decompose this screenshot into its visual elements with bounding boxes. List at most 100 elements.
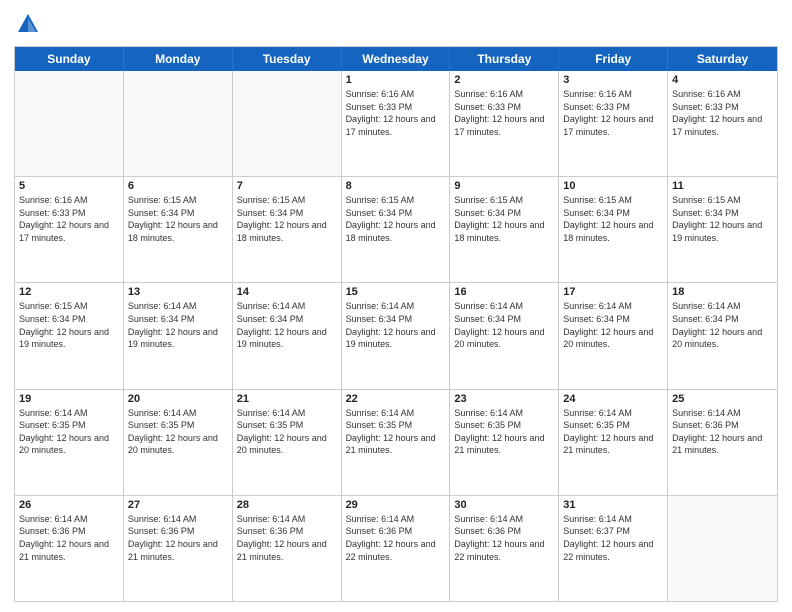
day-info: Sunrise: 6:14 AM Sunset: 6:34 PM Dayligh… (128, 300, 228, 350)
day-info: Sunrise: 6:16 AM Sunset: 6:33 PM Dayligh… (454, 88, 554, 138)
day-number: 18 (672, 286, 773, 298)
day-number: 3 (563, 74, 663, 86)
calendar-row: 1 Sunrise: 6:16 AM Sunset: 6:33 PM Daylig… (15, 71, 777, 177)
day-number: 25 (672, 393, 773, 405)
day-info: Sunrise: 6:14 AM Sunset: 6:34 PM Dayligh… (563, 300, 663, 350)
day-info: Sunrise: 6:14 AM Sunset: 6:36 PM Dayligh… (672, 407, 773, 457)
day-info: Sunrise: 6:15 AM Sunset: 6:34 PM Dayligh… (563, 194, 663, 244)
calendar-cell: 1 Sunrise: 6:16 AM Sunset: 6:33 PM Daylig… (342, 71, 451, 176)
day-info: Sunrise: 6:14 AM Sunset: 6:34 PM Dayligh… (454, 300, 554, 350)
calendar-body: 1 Sunrise: 6:16 AM Sunset: 6:33 PM Daylig… (15, 71, 777, 601)
calendar-header-cell: Tuesday (233, 47, 342, 71)
calendar-header-row: SundayMondayTuesdayWednesdayThursdayFrid… (15, 47, 777, 71)
day-number: 26 (19, 499, 119, 511)
day-number: 10 (563, 180, 663, 192)
calendar-row: 5Sunrise: 6:16 AM Sunset: 6:33 PM Daylig… (15, 177, 777, 283)
day-info: Sunrise: 6:16 AM Sunset: 6:33 PM Dayligh… (346, 88, 446, 138)
calendar-cell: 11 Sunrise: 6:15 AM Sunset: 6:34 PM Dayli… (668, 177, 777, 282)
calendar-cell: 13 Sunrise: 6:14 AM Sunset: 6:34 PM Dayli… (124, 283, 233, 388)
calendar-cell: 12 Sunrise: 6:15 AM Sunset: 6:34 PM Dayli… (15, 283, 124, 388)
day-info: Sunrise: 6:14 AM Sunset: 6:35 PM Dayligh… (237, 407, 337, 457)
day-number: 14 (237, 286, 337, 298)
calendar-header-cell: Saturday (668, 47, 777, 71)
calendar-cell (15, 71, 124, 176)
day-number: 17 (563, 286, 663, 298)
day-number: 31 (563, 499, 663, 511)
calendar-cell: 26 Sunrise: 6:14 AM Sunset: 6:36 PM Dayli… (15, 496, 124, 601)
day-number: 19 (19, 393, 119, 405)
calendar-cell: 5Sunrise: 6:16 AM Sunset: 6:33 PM Daylig… (15, 177, 124, 282)
day-info: Sunrise: 6:14 AM Sunset: 6:36 PM Dayligh… (128, 513, 228, 563)
calendar-header-cell: Friday (559, 47, 668, 71)
day-number: 7 (237, 180, 337, 192)
day-info: Sunrise: 6:14 AM Sunset: 6:36 PM Dayligh… (346, 513, 446, 563)
day-number: 29 (346, 499, 446, 511)
day-info: Sunrise: 6:14 AM Sunset: 6:35 PM Dayligh… (563, 407, 663, 457)
day-number: 1 (346, 74, 446, 86)
day-number: 13 (128, 286, 228, 298)
day-number: 9 (454, 180, 554, 192)
day-info: Sunrise: 6:15 AM Sunset: 6:34 PM Dayligh… (128, 194, 228, 244)
calendar-cell: 21 Sunrise: 6:14 AM Sunset: 6:35 PM Dayli… (233, 390, 342, 495)
calendar-cell (233, 71, 342, 176)
day-number: 15 (346, 286, 446, 298)
calendar-row: 26 Sunrise: 6:14 AM Sunset: 6:36 PM Dayli… (15, 496, 777, 601)
day-number: 22 (346, 393, 446, 405)
day-number: 5 (19, 180, 119, 192)
calendar: SundayMondayTuesdayWednesdayThursdayFrid… (14, 46, 778, 602)
day-info: Sunrise: 6:14 AM Sunset: 6:35 PM Dayligh… (19, 407, 119, 457)
calendar-cell: 29 Sunrise: 6:14 AM Sunset: 6:36 PM Dayli… (342, 496, 451, 601)
calendar-row: 19 Sunrise: 6:14 AM Sunset: 6:35 PM Dayli… (15, 390, 777, 496)
day-info: Sunrise: 6:14 AM Sunset: 6:34 PM Dayligh… (672, 300, 773, 350)
logo (14, 10, 46, 38)
calendar-header-cell: Sunday (15, 47, 124, 71)
calendar-cell: 24Sunrise: 6:14 AM Sunset: 6:35 PM Dayli… (559, 390, 668, 495)
calendar-header-cell: Monday (124, 47, 233, 71)
calendar-cell (124, 71, 233, 176)
day-info: Sunrise: 6:14 AM Sunset: 6:34 PM Dayligh… (346, 300, 446, 350)
day-number: 28 (237, 499, 337, 511)
day-number: 8 (346, 180, 446, 192)
day-info: Sunrise: 6:14 AM Sunset: 6:35 PM Dayligh… (454, 407, 554, 457)
calendar-cell: 3 Sunrise: 6:16 AM Sunset: 6:33 PM Daylig… (559, 71, 668, 176)
day-number: 6 (128, 180, 228, 192)
day-info: Sunrise: 6:14 AM Sunset: 6:34 PM Dayligh… (237, 300, 337, 350)
day-info: Sunrise: 6:15 AM Sunset: 6:34 PM Dayligh… (237, 194, 337, 244)
day-number: 2 (454, 74, 554, 86)
calendar-cell: 19 Sunrise: 6:14 AM Sunset: 6:35 PM Dayli… (15, 390, 124, 495)
day-info: Sunrise: 6:14 AM Sunset: 6:36 PM Dayligh… (19, 513, 119, 563)
calendar-cell: 31Sunrise: 6:14 AM Sunset: 6:37 PM Dayli… (559, 496, 668, 601)
day-number: 16 (454, 286, 554, 298)
day-info: Sunrise: 6:16 AM Sunset: 6:33 PM Dayligh… (672, 88, 773, 138)
day-info: Sunrise: 6:14 AM Sunset: 6:35 PM Dayligh… (128, 407, 228, 457)
header (14, 10, 778, 38)
calendar-cell (668, 496, 777, 601)
day-info: Sunrise: 6:15 AM Sunset: 6:34 PM Dayligh… (19, 300, 119, 350)
calendar-cell: 22 Sunrise: 6:14 AM Sunset: 6:35 PM Dayli… (342, 390, 451, 495)
calendar-cell: 30Sunrise: 6:14 AM Sunset: 6:36 PM Dayli… (450, 496, 559, 601)
day-number: 4 (672, 74, 773, 86)
day-info: Sunrise: 6:16 AM Sunset: 6:33 PM Dayligh… (563, 88, 663, 138)
logo-icon (14, 10, 42, 38)
day-info: Sunrise: 6:15 AM Sunset: 6:34 PM Dayligh… (346, 194, 446, 244)
calendar-cell: 9 Sunrise: 6:15 AM Sunset: 6:34 PM Daylig… (450, 177, 559, 282)
day-info: Sunrise: 6:15 AM Sunset: 6:34 PM Dayligh… (454, 194, 554, 244)
day-number: 20 (128, 393, 228, 405)
calendar-cell: 25 Sunrise: 6:14 AM Sunset: 6:36 PM Dayli… (668, 390, 777, 495)
calendar-cell: 14 Sunrise: 6:14 AM Sunset: 6:34 PM Dayli… (233, 283, 342, 388)
calendar-cell: 23 Sunrise: 6:14 AM Sunset: 6:35 PM Dayli… (450, 390, 559, 495)
calendar-cell: 18 Sunrise: 6:14 AM Sunset: 6:34 PM Dayli… (668, 283, 777, 388)
calendar-cell: 16 Sunrise: 6:14 AM Sunset: 6:34 PM Dayli… (450, 283, 559, 388)
calendar-cell: 4 Sunrise: 6:16 AM Sunset: 6:33 PM Daylig… (668, 71, 777, 176)
day-info: Sunrise: 6:14 AM Sunset: 6:36 PM Dayligh… (454, 513, 554, 563)
page: SundayMondayTuesdayWednesdayThursdayFrid… (0, 0, 792, 612)
day-number: 12 (19, 286, 119, 298)
calendar-header-cell: Wednesday (342, 47, 451, 71)
calendar-cell: 28Sunrise: 6:14 AM Sunset: 6:36 PM Dayli… (233, 496, 342, 601)
day-info: Sunrise: 6:15 AM Sunset: 6:34 PM Dayligh… (672, 194, 773, 244)
day-number: 11 (672, 180, 773, 192)
calendar-cell: 7 Sunrise: 6:15 AM Sunset: 6:34 PM Daylig… (233, 177, 342, 282)
day-number: 23 (454, 393, 554, 405)
day-number: 21 (237, 393, 337, 405)
day-info: Sunrise: 6:14 AM Sunset: 6:35 PM Dayligh… (346, 407, 446, 457)
